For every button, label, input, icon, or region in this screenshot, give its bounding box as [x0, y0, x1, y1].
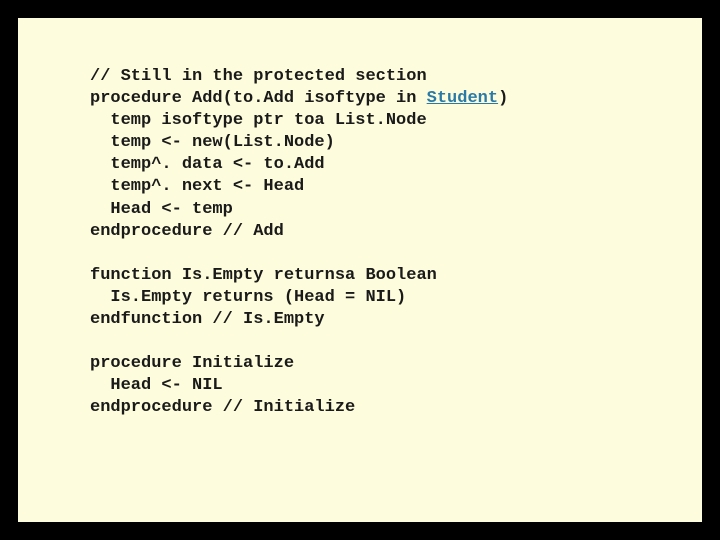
code-text: )	[498, 89, 508, 108]
code-listing: // Still in the protected section proced…	[90, 66, 642, 420]
code-line: endfunction // Is.Empty	[90, 310, 325, 329]
code-line: procedure Add(to.Add isoftype in Student…	[90, 89, 508, 108]
code-line: endprocedure // Initialize	[90, 398, 355, 417]
code-line: Head <- temp	[90, 200, 233, 219]
code-line: function Is.Empty returnsa Boolean	[90, 266, 437, 285]
code-line: Head <- NIL	[90, 376, 223, 395]
code-panel: // Still in the protected section proced…	[16, 16, 704, 524]
code-line: temp <- new(List.Node)	[90, 133, 335, 152]
code-line: endprocedure // Add	[90, 222, 284, 241]
code-line: // Still in the protected section	[90, 67, 427, 86]
code-line: temp^. data <- to.Add	[90, 155, 325, 174]
slide-frame: // Still in the protected section proced…	[10, 10, 710, 530]
code-line: Is.Empty returns (Head = NIL)	[90, 288, 406, 307]
type-link-student[interactable]: Student	[427, 89, 498, 108]
code-line: temp^. next <- Head	[90, 177, 304, 196]
code-text: procedure Add(to.Add isoftype in	[90, 89, 427, 108]
code-line: temp isoftype ptr toa List.Node	[90, 111, 427, 130]
code-line: procedure Initialize	[90, 354, 294, 373]
